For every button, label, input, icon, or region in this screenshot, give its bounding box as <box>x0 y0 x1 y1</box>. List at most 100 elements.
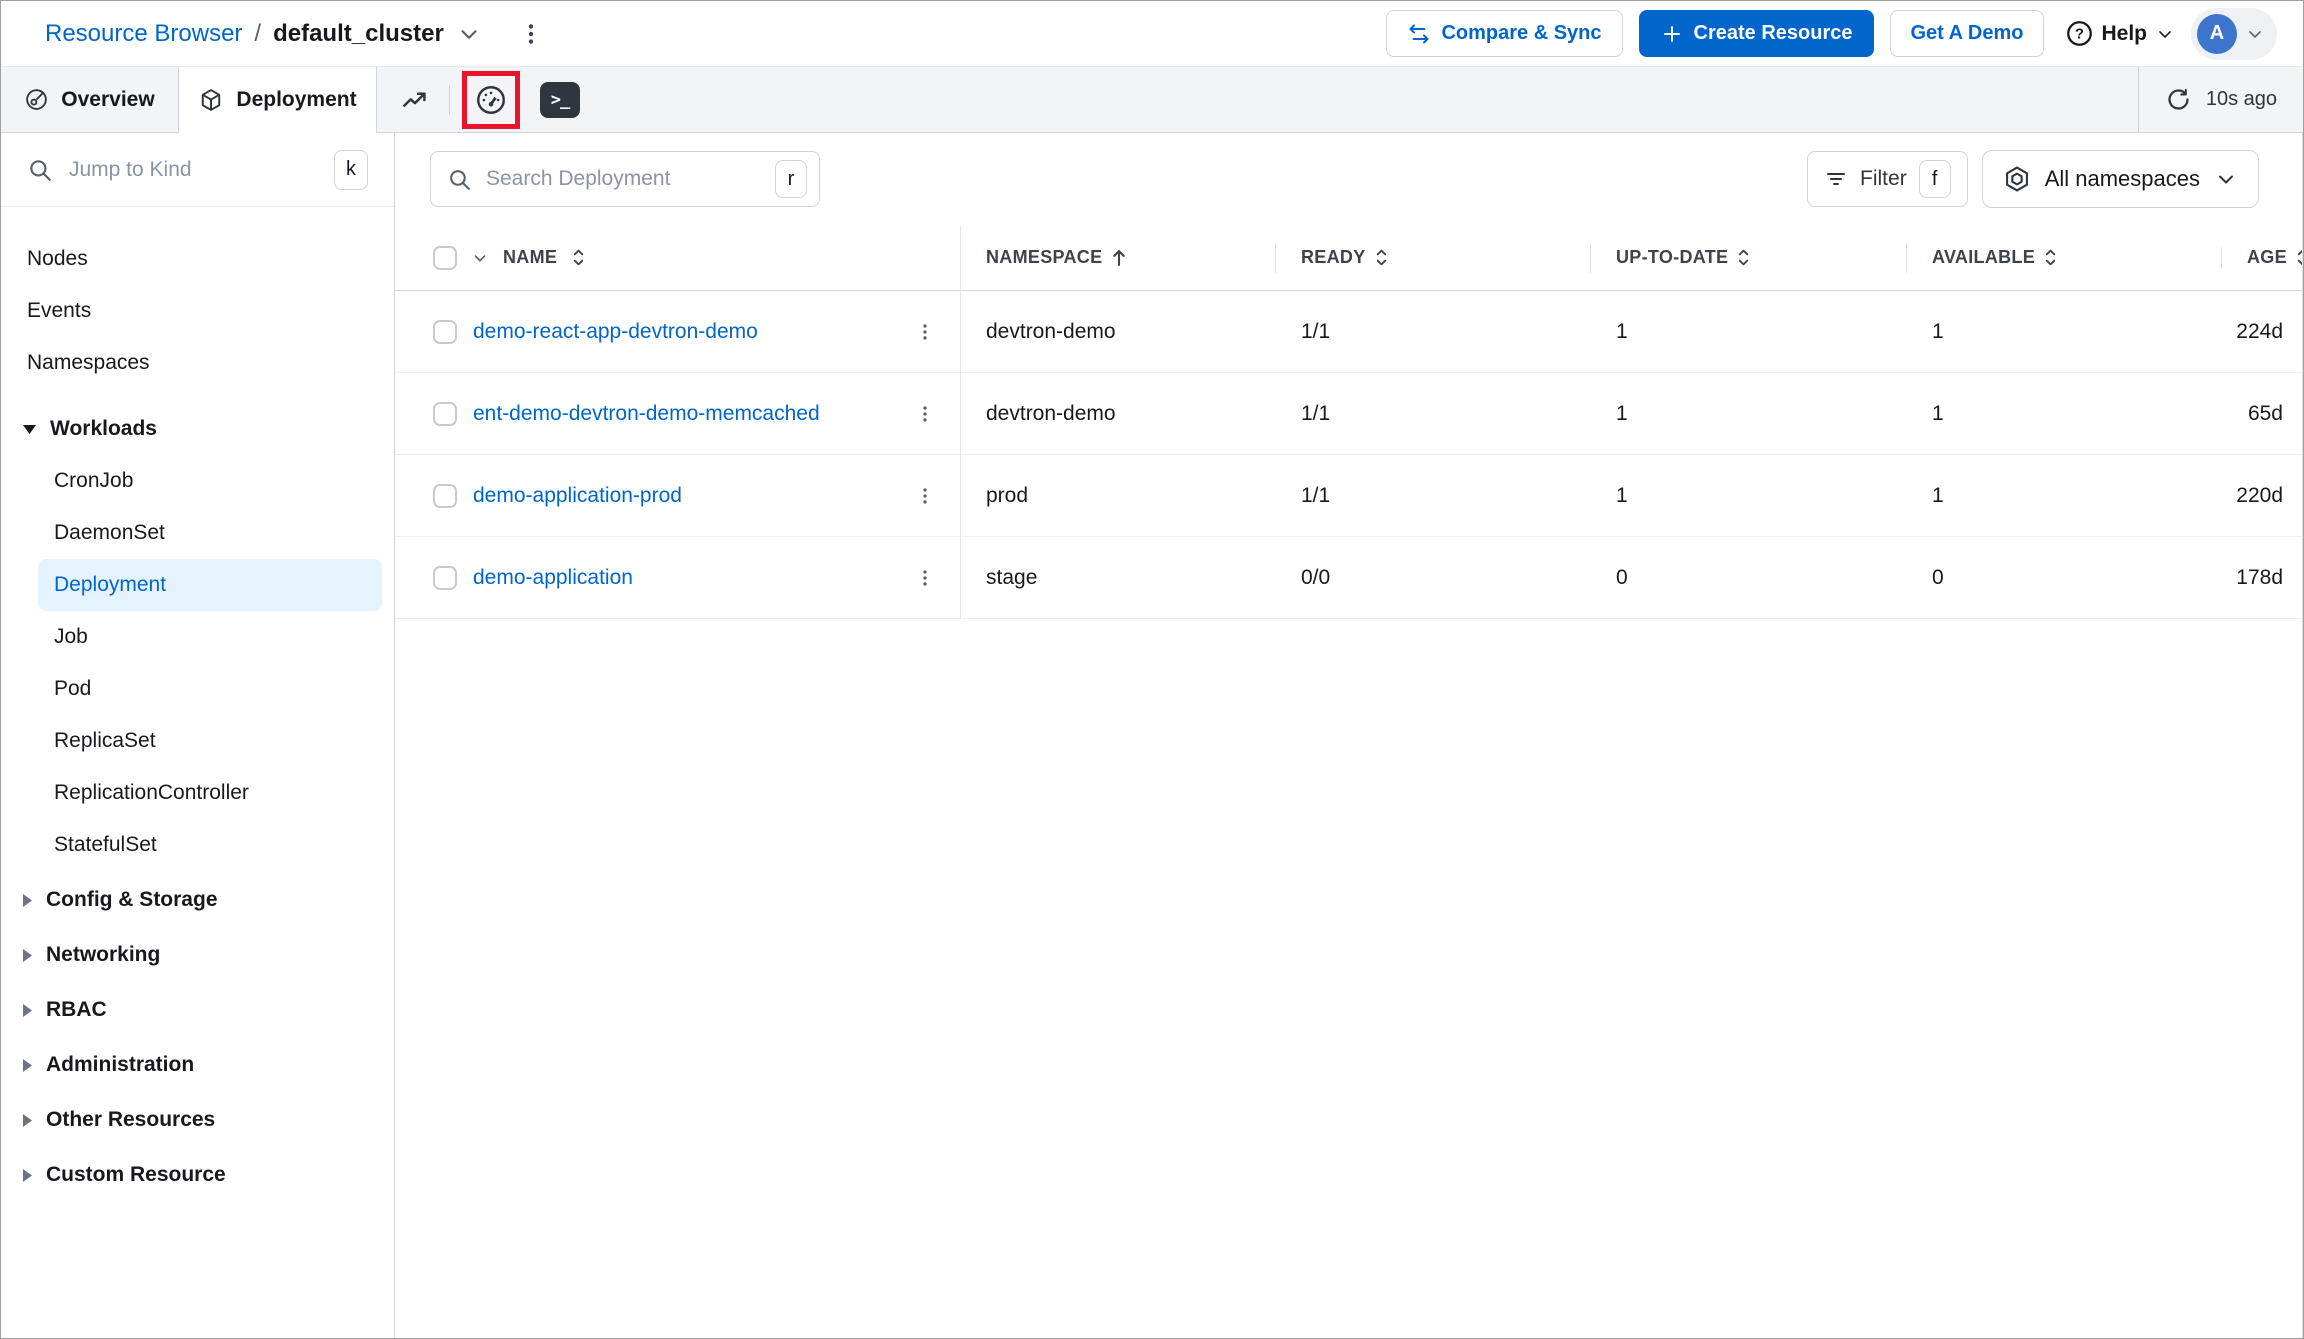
namespace-hexagon-icon <box>2005 166 2028 192</box>
column-header-available[interactable]: AVAILABLE <box>1906 247 2221 268</box>
cell-namespace: devtron-demo <box>986 401 1116 425</box>
cluster-name: default_cluster <box>273 19 444 47</box>
resource-name-link[interactable]: demo-application <box>473 566 633 590</box>
search-placeholder: Search Deployment <box>486 167 671 190</box>
row-kebab-menu[interactable] <box>914 485 936 507</box>
deployment-table: NAME NAMESPACE READY UP-TO-DATE AVAILABL… <box>395 225 2303 619</box>
create-resource-button[interactable]: Create Resource <box>1638 10 1874 57</box>
search-icon <box>450 169 470 190</box>
breadcrumb-root-link[interactable]: Resource Browser <box>45 20 242 48</box>
tools-divider <box>449 84 450 115</box>
filter-button[interactable]: Filter f <box>1807 151 1968 207</box>
sidebar-group-administration[interactable]: Administration <box>1 1039 394 1091</box>
sidebar-item-replicationcontroller[interactable]: ReplicationController <box>38 767 382 819</box>
resource-name-link[interactable]: ent-demo-devtron-demo-memcached <box>473 402 820 426</box>
tab-deployment-label: Deployment <box>236 87 357 111</box>
kind-sidebar: Jump to Kind k Nodes Events Namespaces W… <box>1 133 395 1338</box>
help-menu-button[interactable]: ? Help <box>2066 20 2175 47</box>
get-demo-button[interactable]: Get A Demo <box>1889 10 2045 57</box>
sidebar-item-namespaces[interactable]: Namespaces <box>1 337 394 389</box>
sidebar-group-label: Config & Storage <box>46 888 218 911</box>
column-header-namespace[interactable]: NAMESPACE <box>960 247 1275 268</box>
sidebar-item-statefulset[interactable]: StatefulSet <box>38 819 382 871</box>
chevron-down-icon <box>461 29 477 39</box>
sidebar-group-custom-resource[interactable]: Custom Resource <box>1 1149 394 1201</box>
row-kebab-menu[interactable] <box>914 403 936 425</box>
sidebar-item-cronjob[interactable]: CronJob <box>38 455 382 507</box>
column-header-age[interactable]: AGE <box>2221 247 2303 268</box>
monitoring-chart-button[interactable] <box>393 78 437 122</box>
sidebar-group-config-storage[interactable]: Config & Storage <box>1 874 394 926</box>
resource-name-link[interactable]: demo-react-app-devtron-demo <box>473 320 758 344</box>
row-checkbox[interactable] <box>433 401 457 426</box>
row-checkbox[interactable] <box>433 319 457 344</box>
column-divider <box>960 225 961 619</box>
tab-deployment[interactable]: Deployment <box>179 67 377 133</box>
sidebar-item-pod[interactable]: Pod <box>38 663 382 715</box>
cluster-terminal-button[interactable]: >_ <box>540 81 580 118</box>
toolbar-right: Filter f All namespaces <box>1807 150 2259 208</box>
sidebar-item-nodes[interactable]: Nodes <box>1 233 394 285</box>
sort-both-icon <box>1736 248 1751 267</box>
cell-ready: 1/1 <box>1301 483 1331 507</box>
last-refreshed-label: 10s ago <box>2205 88 2277 110</box>
shortcut-key-badge: k <box>334 149 368 190</box>
sidebar-item-deployment[interactable]: Deployment <box>38 559 382 611</box>
scrollbar[interactable] <box>2302 133 2303 1338</box>
cell-ready: 0/0 <box>1301 565 1331 589</box>
cluster-dropdown-button[interactable] <box>456 21 482 47</box>
row-checkbox[interactable] <box>433 483 457 508</box>
annotation-red-box <box>462 70 520 129</box>
sort-both-icon <box>2043 248 2058 267</box>
compare-sync-button[interactable]: Compare & Sync <box>1386 10 1623 57</box>
sidebar-item-job[interactable]: Job <box>38 611 382 663</box>
header-actions: Compare & Sync Create Resource Get A Dem… <box>1386 7 2277 60</box>
table-row: demo-application stage 0/0 0 0 178d <box>395 537 2303 619</box>
cell-available: 1 <box>1932 483 1944 507</box>
cell-namespace: devtron-demo <box>986 319 1116 343</box>
line-chart-icon <box>403 92 426 107</box>
gauge-dashboard-button[interactable] <box>469 78 513 122</box>
gauge-icon <box>477 85 505 114</box>
chevron-down-icon <box>2159 30 2171 38</box>
resource-name-link[interactable]: demo-application-prod <box>473 484 682 508</box>
select-all-checkbox[interactable] <box>433 245 457 270</box>
sidebar-group-other-resources[interactable]: Other Resources <box>1 1094 394 1146</box>
resource-tab-bar: Overview Deployment >_ 10s ago <box>1 67 2303 133</box>
column-label: UP-TO-DATE <box>1616 247 1729 267</box>
namespace-selector[interactable]: All namespaces <box>1981 150 2259 208</box>
kebab-menu-icon <box>923 405 927 422</box>
sort-both-icon <box>571 248 586 267</box>
triangle-right-icon <box>23 1113 32 1127</box>
sidebar-item-daemonset[interactable]: DaemonSet <box>38 507 382 559</box>
search-deployment-input[interactable]: Search Deployment r <box>430 151 820 207</box>
column-header-ready[interactable]: READY <box>1275 247 1590 268</box>
refresh-status[interactable]: 10s ago <box>2137 67 2303 132</box>
row-kebab-menu[interactable] <box>914 321 936 343</box>
sidebar-group-networking[interactable]: Networking <box>1 929 394 981</box>
sidebar-item-events[interactable]: Events <box>1 285 394 337</box>
namespace-selector-label: All namespaces <box>2044 166 2200 191</box>
sidebar-group-workloads[interactable]: Workloads <box>1 403 394 455</box>
app-header: Resource Browser / default_cluster Compa… <box>1 1 2303 67</box>
cell-up-to-date: 1 <box>1616 401 1628 425</box>
column-label: NAME <box>503 247 558 267</box>
column-header-up-to-date[interactable]: UP-TO-DATE <box>1590 247 1906 268</box>
row-kebab-menu[interactable] <box>914 567 936 589</box>
cell-available: 0 <box>1932 565 1944 589</box>
sidebar-group-rbac[interactable]: RBAC <box>1 984 394 1036</box>
cell-age: 220d <box>2236 483 2283 507</box>
triangle-right-icon <box>23 893 32 907</box>
shortcut-key-badge: f <box>1918 160 1951 198</box>
cell-namespace: stage <box>986 565 1038 589</box>
column-header-name[interactable]: NAME <box>395 245 960 270</box>
cell-up-to-date: 1 <box>1616 319 1628 343</box>
row-checkbox[interactable] <box>433 565 457 590</box>
cluster-more-actions-button[interactable] <box>518 21 544 47</box>
tab-overview[interactable]: Overview <box>1 67 179 132</box>
cell-up-to-date: 1 <box>1616 483 1628 507</box>
sidebar-item-replicaset[interactable]: ReplicaSet <box>38 715 382 767</box>
create-resource-label: Create Resource <box>1693 22 1853 44</box>
jump-to-kind-input[interactable]: Jump to Kind k <box>1 133 394 207</box>
user-menu-button[interactable]: A <box>2191 7 2277 60</box>
